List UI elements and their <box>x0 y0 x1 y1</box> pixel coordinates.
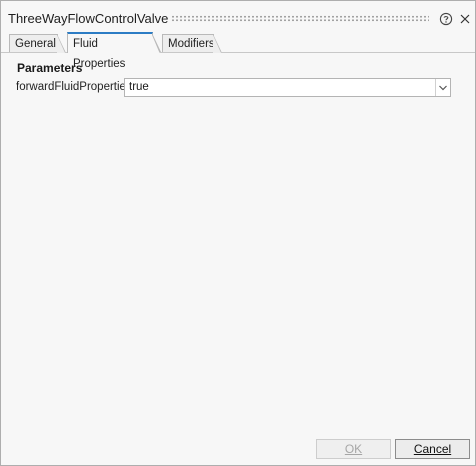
help-circle-icon[interactable] <box>439 12 453 26</box>
tab-strip: General Fluid Properties Modifiers <box>1 32 475 70</box>
tab-modifiers[interactable]: Modifiers <box>162 34 222 53</box>
close-icon[interactable] <box>459 13 471 25</box>
dialog-window: ThreeWayFlowControlValve General Fluid P… <box>0 0 476 466</box>
ok-label: OK <box>344 442 363 456</box>
title-bar[interactable]: ThreeWayFlowControlValve <box>1 1 475 31</box>
cancel-label: Cancel <box>413 442 452 456</box>
param-label-forward-fluid-properties: forwardFluidProperties <box>16 81 132 93</box>
ok-button[interactable]: OK <box>316 439 391 459</box>
drag-grip-icon[interactable] <box>171 15 429 22</box>
tab-general[interactable]: General <box>9 34 66 53</box>
cancel-button[interactable]: Cancel <box>395 439 470 459</box>
dropdown-button[interactable] <box>435 79 450 96</box>
tab-fluid-properties[interactable]: Fluid Properties <box>67 32 161 70</box>
window-title: ThreeWayFlowControlValve <box>8 11 169 26</box>
chevron-down-icon <box>439 85 447 91</box>
forward-fluid-properties-value: true <box>129 81 149 93</box>
forward-fluid-properties-select[interactable]: true <box>124 78 451 97</box>
